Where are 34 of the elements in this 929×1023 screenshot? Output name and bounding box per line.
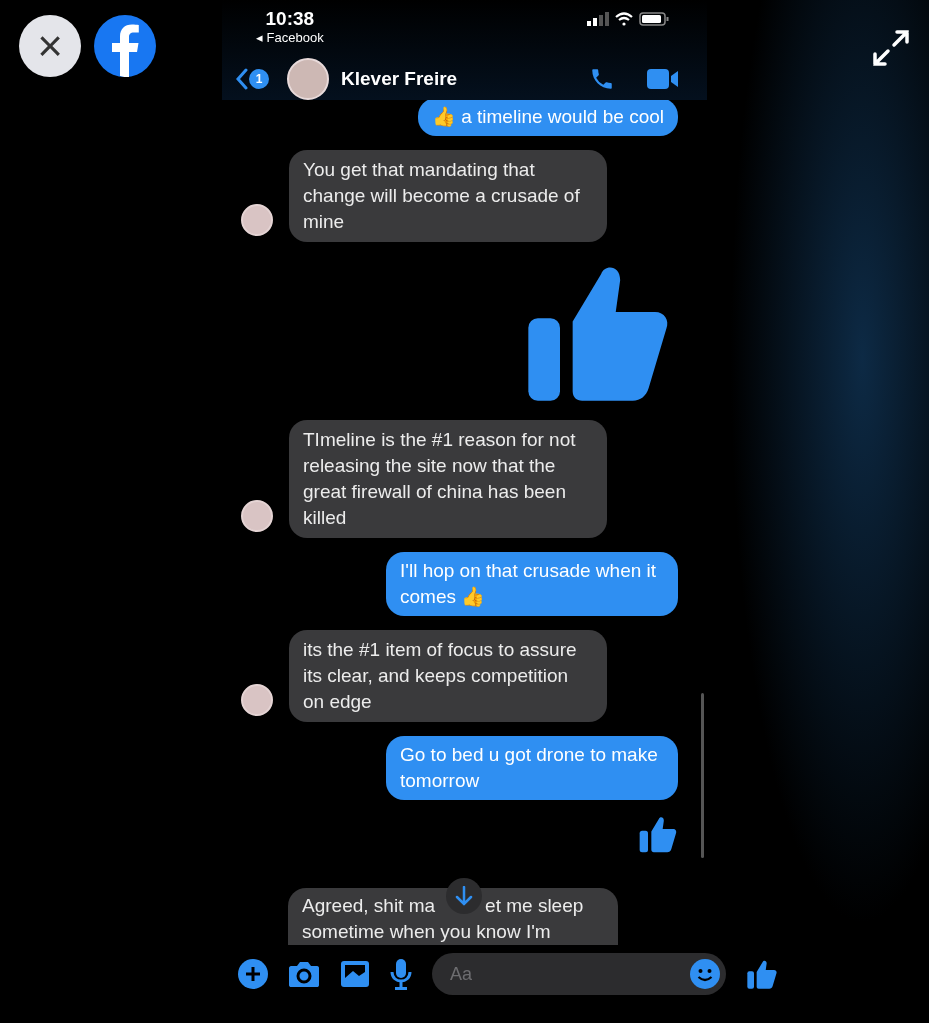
status-time: 10:38 [265, 8, 315, 30]
back-to-app-link[interactable]: ◂ Facebook [256, 30, 324, 46]
wifi-icon [615, 12, 633, 26]
received-message: Agreed, shit ma et me sleep sometime when you know I'm [288, 888, 618, 945]
sent-message: I'll hop on that crusade when it comes 👍 [386, 552, 678, 616]
phone-icon[interactable] [589, 66, 615, 92]
unread-badge: 1 [249, 69, 269, 89]
avatar [241, 204, 273, 236]
expand-icon[interactable] [872, 29, 910, 67]
smiley-icon[interactable] [690, 959, 720, 989]
thumbs-up-icon [638, 814, 678, 854]
avatar [241, 500, 273, 532]
arrow-down-icon [455, 886, 473, 906]
received-message: TImeline is the #1 reason for not releasing the site now that the great firewall of china has been killed [289, 420, 607, 538]
contact-avatar[interactable] [287, 58, 329, 100]
scroll-down-button[interactable] [446, 878, 482, 914]
sent-message: 👍 a timeline would be cool [417, 98, 678, 136]
close-button[interactable]: × [19, 15, 81, 77]
signal-icon [587, 12, 609, 26]
avatar [241, 684, 273, 716]
chevron-left-icon [236, 68, 248, 90]
received-message: You get that mandating that change will become a crusade of mine [289, 150, 607, 242]
sent-message: Go to bed u got drone to make tomorrow [386, 736, 678, 800]
image-icon[interactable] [340, 960, 370, 988]
battery-icon [639, 12, 669, 26]
message-input[interactable]: Aa [432, 953, 726, 995]
contact-name[interactable]: Klever Freire [341, 64, 579, 94]
plus-icon[interactable] [238, 959, 268, 989]
received-message: its the #1 item of focus to assure its clear, and keeps competition on edge [289, 630, 607, 722]
thumbs-up-icon [746, 958, 778, 990]
microphone-icon[interactable] [390, 958, 412, 990]
camera-icon[interactable] [288, 960, 320, 988]
logo-icon[interactable] [94, 15, 156, 77]
video-camera-icon[interactable] [647, 68, 679, 90]
